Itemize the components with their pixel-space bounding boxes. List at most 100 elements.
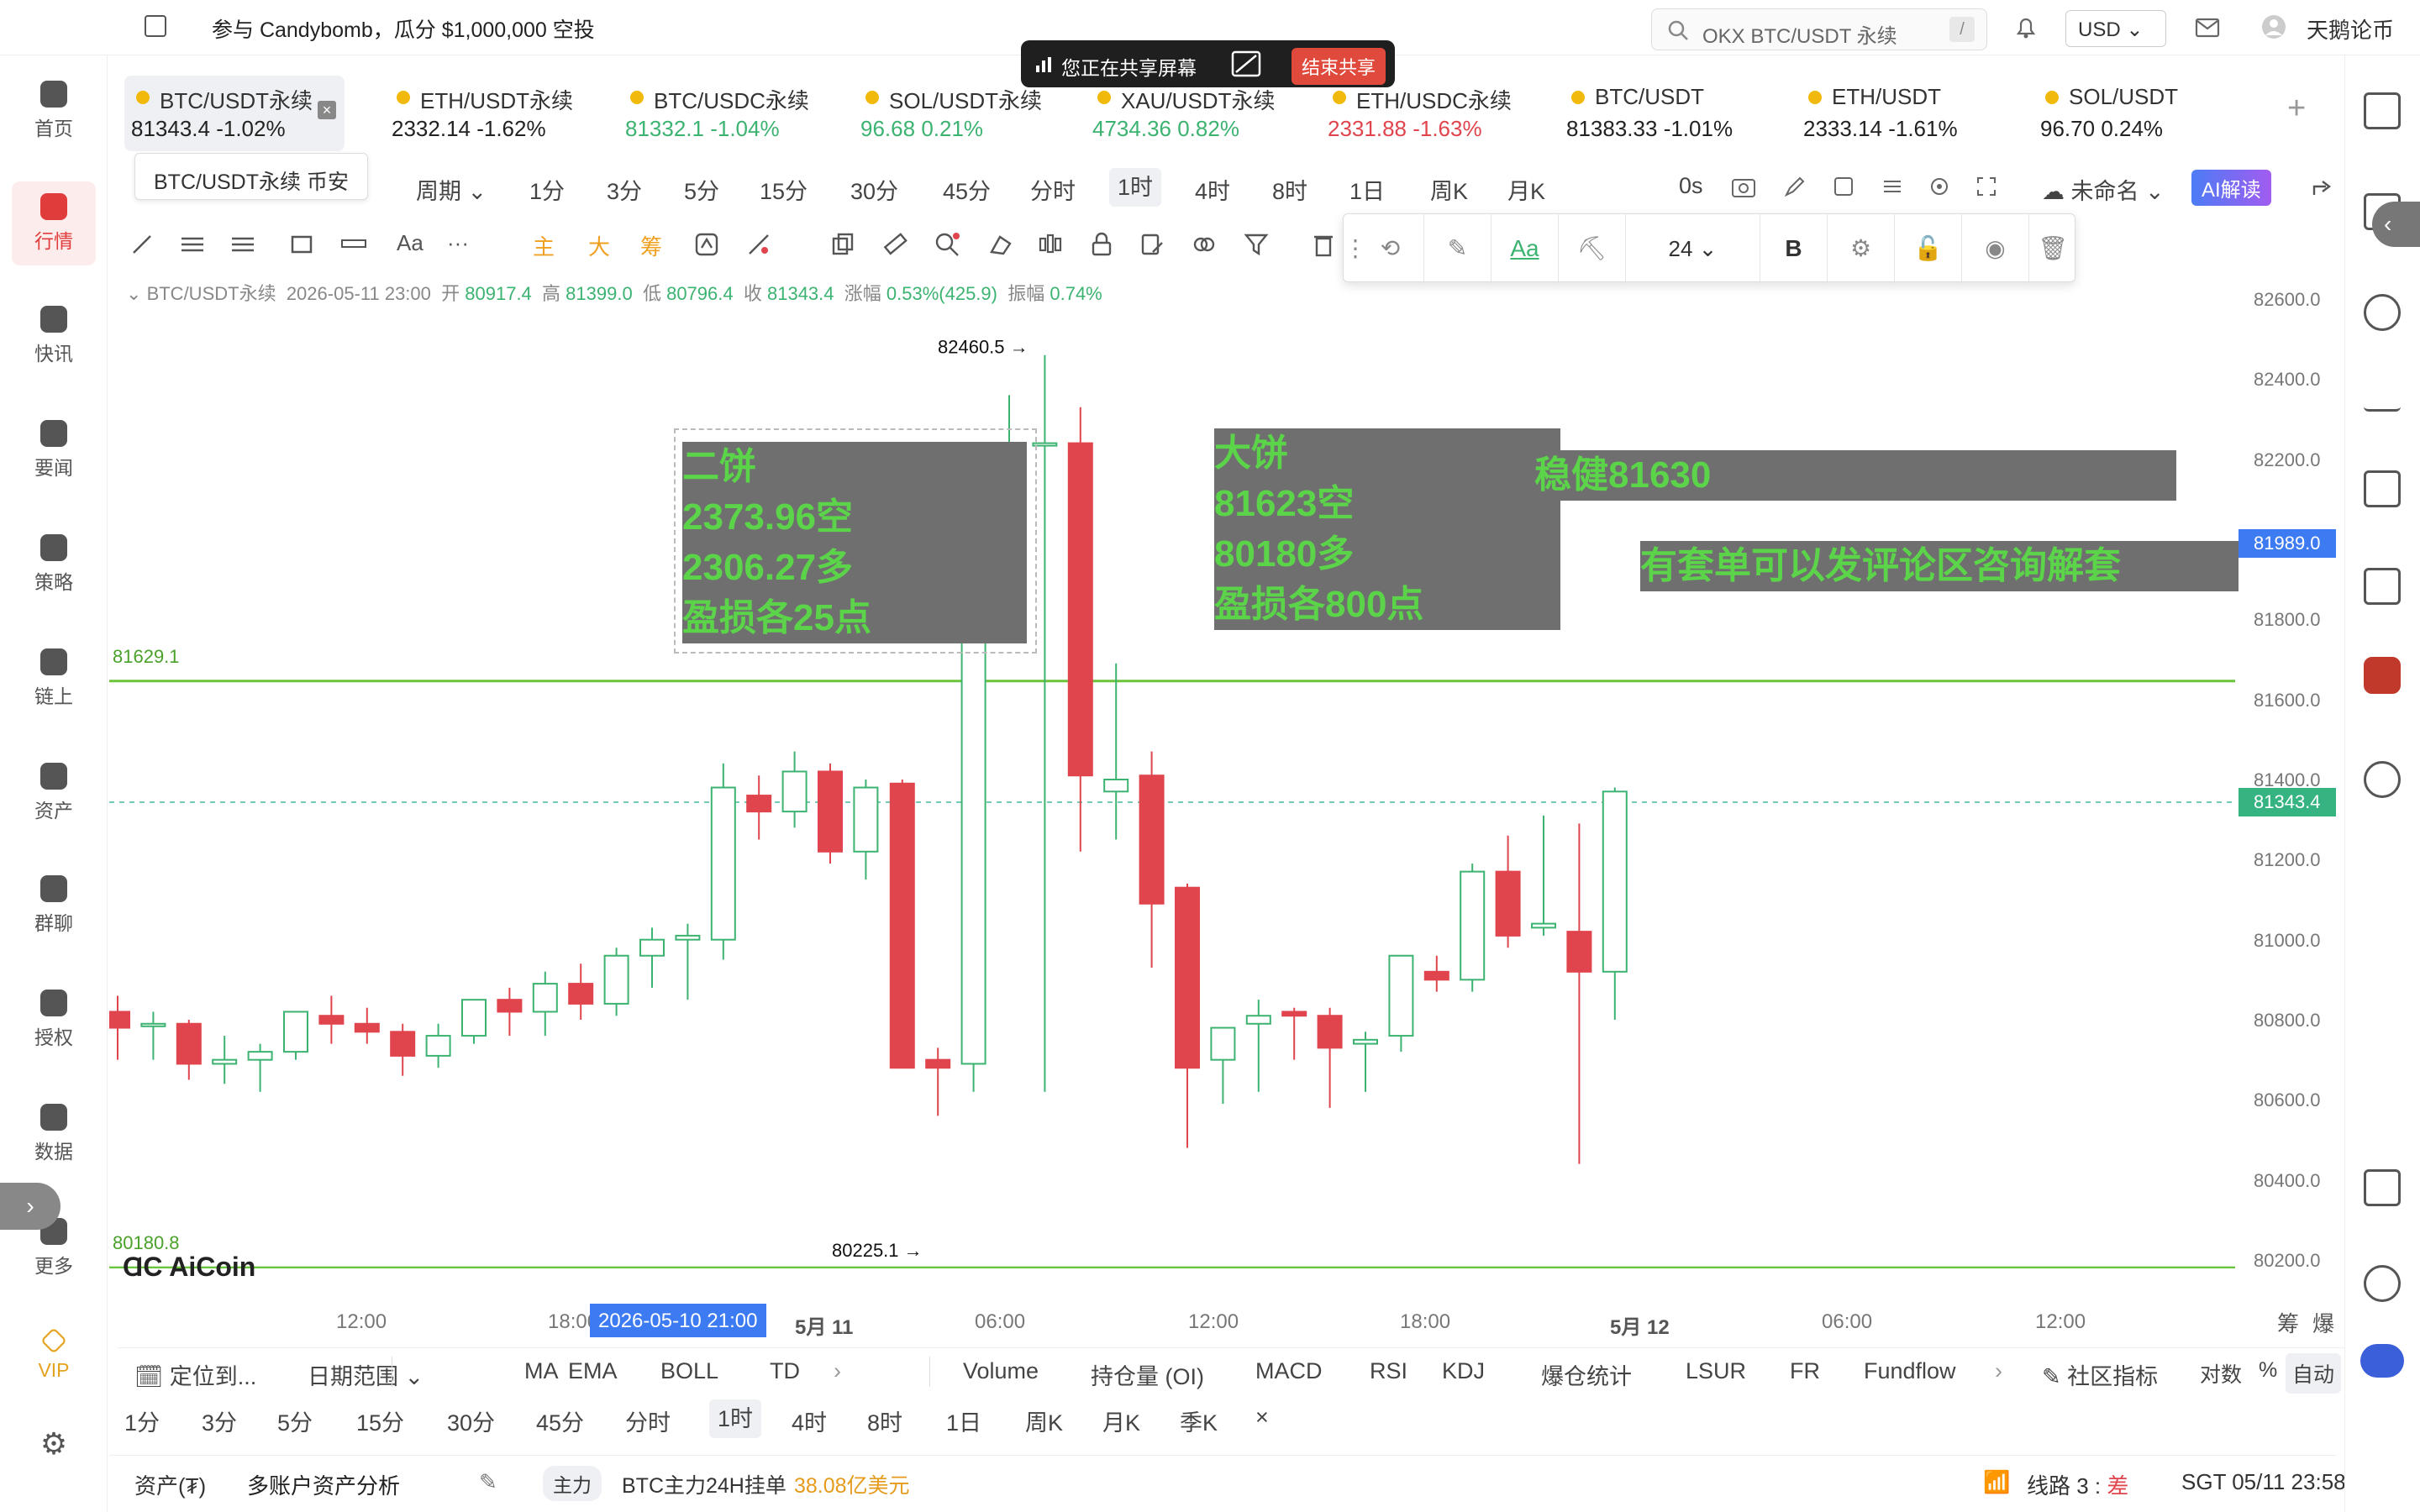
nav-chat[interactable]: 群聊 [0, 875, 108, 936]
community-indicators[interactable]: ✎ 社区指标 [2042, 1358, 2158, 1391]
text-color-icon[interactable]: Aa [1491, 214, 1559, 283]
search-input[interactable]: OKX BTC/USDT 永续 [1702, 19, 1897, 49]
period-option[interactable]: 3分 [607, 173, 642, 206]
period-option[interactable]: 周K [1025, 1404, 1063, 1437]
fullscreen-icon[interactable] [1975, 175, 1998, 198]
close-tab-icon[interactable]: × [318, 101, 336, 119]
line-status[interactable]: 线路 3 : 差 [2027, 1469, 2128, 1500]
bell-icon[interactable] [2013, 15, 2039, 40]
period-option[interactable]: 1分 [529, 173, 565, 206]
user-name[interactable]: 天鹅论币 [2307, 13, 2394, 45]
lock-icon[interactable] [1089, 232, 1114, 257]
more-tools[interactable]: ··· [447, 230, 469, 256]
period-option[interactable]: 45分 [943, 173, 991, 206]
period-option[interactable]: 1分 [124, 1404, 160, 1437]
auto-scale-toggle[interactable]: 自动 [2286, 1353, 2342, 1394]
log-scale-toggle[interactable]: 对数 [2200, 1358, 2242, 1389]
period-option[interactable]: 15分 [356, 1404, 404, 1437]
assistant-bot-icon[interactable] [2360, 1344, 2404, 1378]
sub-indicator[interactable]: Volume [963, 1358, 1039, 1384]
sub-indicator[interactable]: 持仓量 (OI) [1091, 1358, 1204, 1391]
font-size-select[interactable]: 24 ⌄ [1626, 214, 1760, 283]
avatar-icon[interactable] [2260, 13, 2287, 40]
liquidation-label[interactable]: 爆 [2312, 1307, 2334, 1338]
template-icon[interactable]: ⟲ [1357, 214, 1424, 283]
chip-toggle[interactable]: 筹 [640, 230, 662, 261]
period-option[interactable]: 15分 [760, 173, 808, 206]
edit-list-icon[interactable] [1139, 232, 1165, 257]
note-wen-jian[interactable]: 稳健81630 [1534, 450, 2176, 501]
ai-analysis-button[interactable]: AI解读 [2191, 170, 2271, 206]
nav-robot-strategy[interactable]: 策略 [0, 534, 108, 595]
nav-wallet[interactable]: 资产 [0, 763, 108, 823]
share-arrow-icon[interactable] [2311, 175, 2336, 198]
sync-icon[interactable] [1832, 175, 1855, 198]
main-indicator[interactable]: TD [770, 1358, 800, 1384]
nav-market-chart[interactable]: 行情 [12, 181, 96, 265]
note-da-bing[interactable]: 大饼 81623空 80180多 盈损各800点 [1214, 428, 1560, 630]
ticker-tab[interactable]: SOL/USDT永续 96.68 0.21% [854, 76, 1081, 151]
main-indicator-toggle[interactable]: 主 [533, 230, 555, 261]
sub-indicator[interactable]: MACD [1255, 1358, 1323, 1384]
sub-indicator[interactable]: Fundflow [1864, 1358, 1956, 1384]
settings-gear-icon[interactable]: ⚙ [0, 1426, 108, 1462]
bold-toggle[interactable]: B [1760, 214, 1828, 283]
link-icon[interactable] [1192, 232, 1217, 257]
period-option[interactable]: 周K [1430, 173, 1468, 206]
main-indicator[interactable]: EMA [568, 1358, 618, 1384]
collapse-panel-icon[interactable]: ‹ [2372, 202, 2420, 247]
parallel-channel-icon[interactable] [230, 234, 255, 255]
period-option[interactable]: 8时 [1272, 173, 1307, 206]
robot-icon[interactable] [2364, 657, 2401, 694]
ruler-icon[interactable] [882, 232, 908, 257]
edit-icon[interactable]: ✎ [479, 1469, 497, 1495]
percent-scale-toggle[interactable]: % [2259, 1358, 2277, 1383]
sub-indicators-more-icon[interactable]: › [1995, 1358, 2002, 1384]
period-option[interactable]: 分时 [1030, 173, 1076, 206]
share-screen-icon[interactable] [1231, 50, 1261, 77]
nav-home[interactable]: 首页 [0, 81, 108, 141]
ticker-tab[interactable]: XAU/USDT永续 4734.36 0.82% [1086, 76, 1313, 151]
visibility-icon[interactable]: ◉ [1962, 214, 2029, 283]
expand-left-icon[interactable]: › [0, 1183, 60, 1230]
close-period-bar-icon[interactable]: × [1255, 1404, 1269, 1431]
camera-icon[interactable] [1731, 175, 1756, 198]
note-tao[interactable]: 有套单可以发评论区咨询解套 [1640, 541, 2238, 591]
period-option[interactable]: 1日 [946, 1404, 981, 1437]
price-axis[interactable]: 82600.082400.082200.082000.081800.081600… [2237, 277, 2346, 1310]
filter-icon[interactable] [1244, 232, 1269, 257]
zoom-in-icon[interactable] [934, 232, 961, 257]
trend-icon[interactable] [2364, 375, 2401, 412]
fill-color-icon[interactable]: ⛏ [1559, 214, 1626, 283]
period-option[interactable]: 4时 [1195, 173, 1230, 206]
text-tool[interactable]: Aa [397, 230, 424, 256]
eraser-icon[interactable] [988, 232, 1013, 257]
ticker-tab[interactable]: BTC/USDT永续 81343.4 -1.02% × [124, 76, 345, 151]
order-line-icon[interactable] [746, 232, 771, 257]
dollar-icon[interactable] [2364, 294, 2401, 331]
promo-banner[interactable]: 参与 Candybomb，瓜分 $1,000,000 空投 [212, 13, 595, 44]
period-option[interactable]: 30分 [447, 1404, 495, 1437]
list-settings-icon[interactable] [1881, 175, 1904, 198]
ticker-tab[interactable]: ETH/USDT永续 2332.14 -1.62% [385, 76, 612, 151]
settings-icon[interactable]: ⚙ [1828, 214, 1895, 283]
period-option[interactable]: 月K [1102, 1404, 1140, 1437]
currency-select[interactable]: USD ⌄ [2065, 10, 2166, 47]
measure-icon[interactable] [341, 237, 366, 250]
add-tab-icon[interactable]: + [2287, 91, 2306, 127]
rectangle-icon[interactable] [291, 234, 313, 255]
period-option[interactable]: 季K [1180, 1404, 1218, 1437]
period-option[interactable]: 1日 [1349, 173, 1385, 206]
search-box[interactable]: OKX BTC/USDT 永续 / [1651, 8, 1987, 50]
assets-tab[interactable]: 资产(₮) [134, 1469, 206, 1500]
ticker-tab[interactable]: ETH/USDC永续 2331.88 -1.63% [1321, 76, 1548, 151]
period-option[interactable]: 8时 [867, 1404, 902, 1437]
edit-icon[interactable]: ✎ [1424, 214, 1491, 283]
unlock-icon[interactable]: 🔓 [1895, 214, 1962, 283]
ticker-tab[interactable]: BTC/USDC永续 81332.1 -1.04% [618, 76, 845, 151]
nav-news[interactable]: 要闻 [0, 420, 108, 480]
drag-handle-icon[interactable]: ⋮ [1344, 214, 1367, 283]
copy-shape-icon[interactable] [830, 232, 855, 257]
sub-indicator[interactable]: KDJ [1442, 1358, 1485, 1384]
chip-label[interactable]: 筹 [2277, 1307, 2299, 1338]
